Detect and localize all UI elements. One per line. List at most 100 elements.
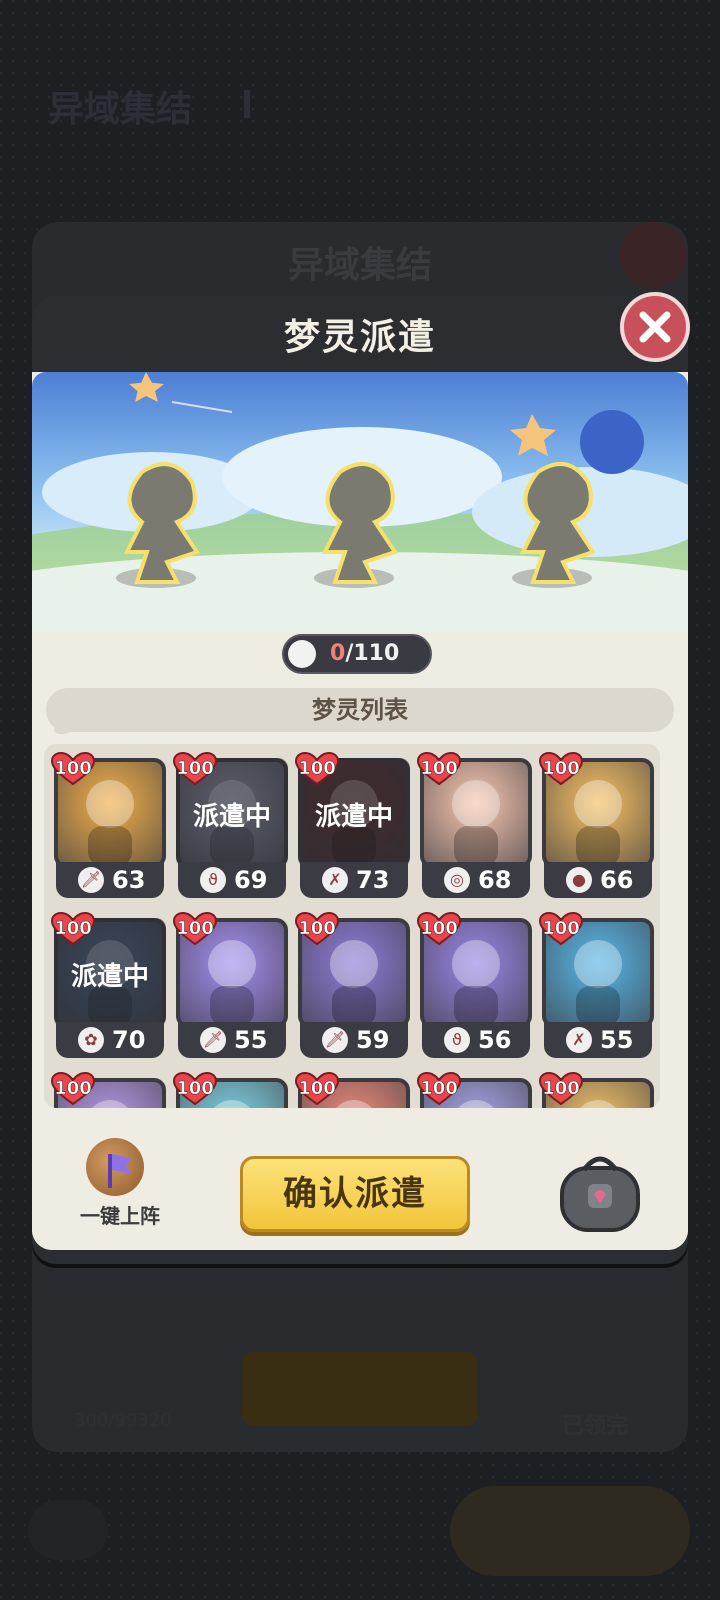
spirit-stat: 🗡 59 <box>300 1022 408 1058</box>
action-bar: 一键上阵 确认派遣 <box>32 1108 688 1250</box>
spirit-power: 56 <box>478 1026 512 1054</box>
spirit-level: 100 <box>542 1078 580 1100</box>
spirit-card[interactable]: ● 66 100 <box>538 752 654 900</box>
list-title: 梦灵列表 <box>312 696 408 724</box>
quick-deploy-button[interactable]: 一键上阵 <box>60 1138 180 1234</box>
bag-icon <box>560 1156 640 1232</box>
spirit-card[interactable]: 派遣中 ✗ 73 100 <box>294 752 410 900</box>
dialog-title: 梦灵派遣 <box>283 317 436 358</box>
spirit-power: 55 <box>600 1026 634 1054</box>
background-close-icon <box>620 222 686 288</box>
spirit-card[interactable]: 100 <box>50 1072 166 1108</box>
heart-level-icon: 100 <box>50 912 96 946</box>
spirit-card[interactable]: 派遣中 ϑ 69 100 <box>172 752 288 900</box>
capacity-counter: 0/110 <box>282 634 432 674</box>
spirit-power: 73 <box>356 866 390 894</box>
spirit-stat: ✗ 73 <box>300 862 408 898</box>
spirit-card[interactable]: 100 <box>416 1072 532 1108</box>
paw-icon <box>288 640 316 668</box>
spirit-stat: ϑ 56 <box>422 1022 530 1058</box>
spirit-power: 55 <box>234 1026 268 1054</box>
heart-level-icon: 100 <box>294 752 340 786</box>
spirit-card[interactable]: 100 <box>538 1072 654 1108</box>
spirit-power: 66 <box>600 866 634 894</box>
spirit-card[interactable]: 🗡 59 100 <box>294 912 410 1060</box>
spirit-stat: ✿ 70 <box>56 1022 164 1058</box>
spirit-grid[interactable]: 🗡 63 100 派遣中 ϑ 69 100 派遣中 ✗ 73 100 ◎ 68 100 ● 66 100 派遣中 ✿… <box>44 744 660 1108</box>
bow-icon: ✗ <box>566 1027 592 1053</box>
spirit-level: 100 <box>420 918 458 940</box>
spiral-icon: ◎ <box>444 867 470 893</box>
heart-level-icon: 100 <box>538 1072 584 1106</box>
quick-deploy-label: 一键上阵 <box>80 1204 160 1228</box>
dialog-body: 0/110 梦灵列表 🗡 63 100 派遣中 ϑ 69 100 派遣中 ✗ 73 100 ◎ 68 10… <box>32 372 688 1250</box>
spirit-stat: ◎ 68 <box>422 862 530 898</box>
background-bottom-button <box>450 1486 690 1576</box>
spirit-stat: ✗ 55 <box>544 1022 652 1058</box>
spirit-card[interactable]: 派遣中 ✿ 70 100 <box>50 912 166 1060</box>
heart-level-icon: 100 <box>538 912 584 946</box>
heart-level-icon: 100 <box>50 1072 96 1106</box>
spirit-card[interactable]: 100 <box>294 1072 410 1108</box>
spirit-card[interactable]: ✗ 55 100 <box>538 912 654 1060</box>
spirit-power: 69 <box>234 866 268 894</box>
spirit-card[interactable]: ◎ 68 100 <box>416 752 532 900</box>
list-header: 梦灵列表 <box>46 688 674 732</box>
heart-level-icon: 100 <box>294 912 340 946</box>
flag-icon <box>86 1138 144 1196</box>
spirit-stat: ● 66 <box>544 862 652 898</box>
back-icon <box>28 1500 108 1560</box>
heart-level-icon: 100 <box>294 1072 340 1106</box>
capacity-current: 0 <box>330 641 346 666</box>
spirit-card[interactable]: ϑ 56 100 <box>416 912 532 1060</box>
heart-level-icon: 100 <box>172 752 218 786</box>
spirit-power: 59 <box>356 1026 390 1054</box>
spirit-level: 100 <box>542 758 580 780</box>
screen-title: 异域集结 <box>48 89 193 130</box>
spirit-level: 100 <box>420 758 458 780</box>
spirit-level: 100 <box>176 758 214 780</box>
dispatched-label: 派遣中 <box>70 962 149 992</box>
spirit-level: 100 <box>420 1078 458 1100</box>
spirit-stat: 🗡 55 <box>178 1022 286 1058</box>
dispatched-label: 派遣中 <box>314 802 393 832</box>
spirit-level: 100 <box>298 918 336 940</box>
background-card-title: 异域集结 <box>287 245 432 286</box>
spirit-level: 100 <box>542 918 580 940</box>
potion-icon: ● <box>566 867 592 893</box>
list-header-tab <box>54 724 70 734</box>
heart-level-icon: 100 <box>172 1072 218 1106</box>
bow-icon: ✗ <box>322 867 348 893</box>
heart-level-icon: 100 <box>172 912 218 946</box>
sword-icon: 🗡 <box>322 1027 348 1053</box>
sword-icon: 🗡 <box>78 867 104 893</box>
spirit-level: 100 <box>298 1078 336 1100</box>
staff-icon: ϑ <box>444 1027 470 1053</box>
title-divider <box>244 90 250 118</box>
spirit-power: 63 <box>112 866 146 894</box>
spirit-power: 68 <box>478 866 512 894</box>
spirit-card[interactable]: 100 <box>172 1072 288 1108</box>
heart-level-icon: 100 <box>416 752 462 786</box>
dispatched-label: 派遣中 <box>192 802 271 832</box>
spirit-card[interactable]: 🗡 55 100 <box>172 912 288 1060</box>
confirm-dispatch-label: 确认派遣 <box>283 1174 427 1214</box>
spirit-stat: 🗡 63 <box>56 862 164 898</box>
spirit-level: 100 <box>176 1078 214 1100</box>
close-button[interactable] <box>620 292 690 362</box>
capacity-text: 0/110 <box>330 636 399 672</box>
heart-level-icon: 100 <box>538 752 584 786</box>
spirit-power: 70 <box>112 1026 146 1054</box>
confirm-dispatch-button[interactable]: 确认派遣 <box>240 1156 470 1232</box>
background-counter: 300/99320 <box>74 1410 172 1431</box>
bag-button[interactable] <box>554 1150 646 1236</box>
dispatch-dialog: 梦灵派遣 0/110 梦灵列表 🗡 63 100 派遣中 ϑ 69 100 派遣… <box>32 292 690 1264</box>
heart-level-icon: 100 <box>416 912 462 946</box>
paw-icon: ✿ <box>78 1027 104 1053</box>
spirit-stat: ϑ 69 <box>178 862 286 898</box>
background-status: 已领完 <box>562 1414 629 1439</box>
spirit-level: 100 <box>298 758 336 780</box>
spirit-card[interactable]: 🗡 63 100 <box>50 752 166 900</box>
spirit-level: 100 <box>54 1078 92 1100</box>
heart-level-icon: 100 <box>50 752 96 786</box>
